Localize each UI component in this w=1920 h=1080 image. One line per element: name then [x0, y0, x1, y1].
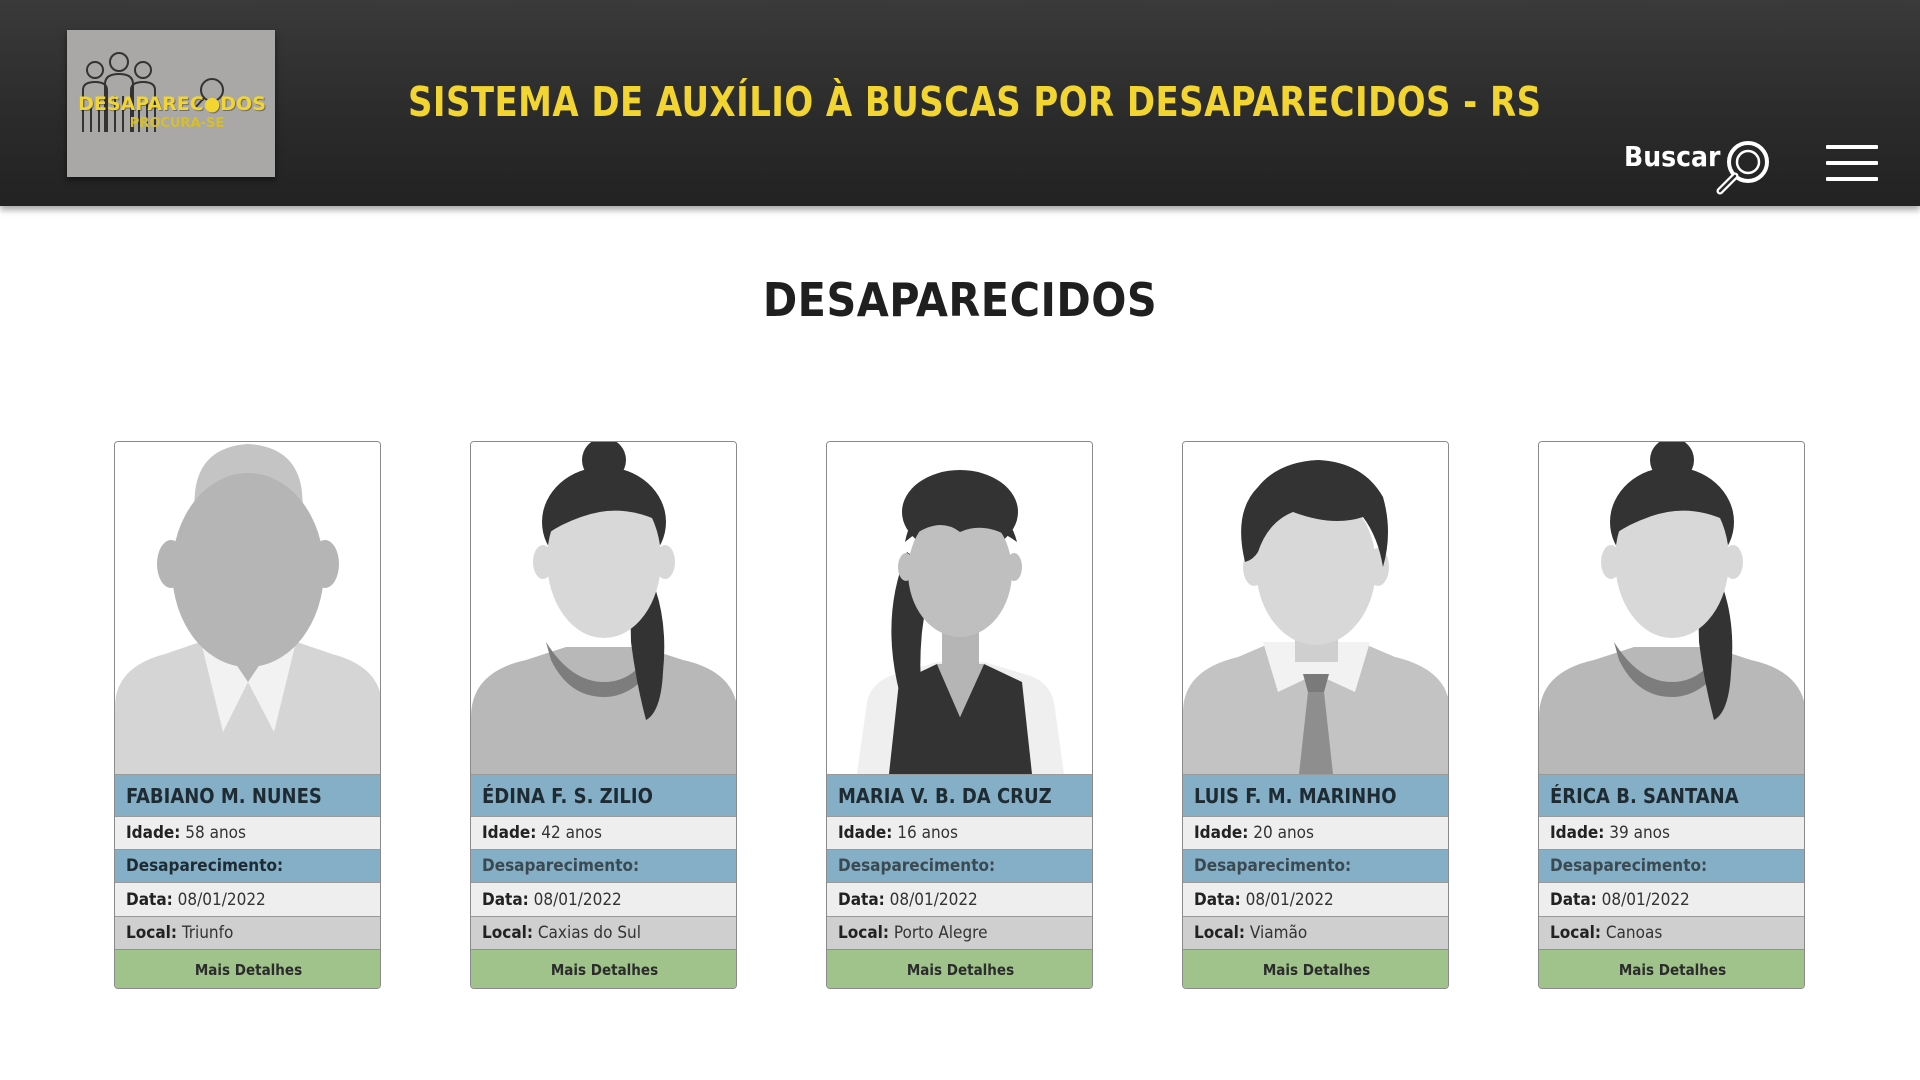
disappearance-header: Desaparecimento: [1539, 849, 1804, 882]
site-header: DESAPAREC●DOS PROCURA-SE SISTEMA DE AUXÍ… [0, 0, 1920, 206]
age-label: Idade: [1550, 823, 1605, 843]
person-name: MARIA V. B. DA CRUZ [827, 774, 1092, 816]
person-age: Idade: 20 anos [1183, 816, 1448, 849]
disappearance-date: Data: 08/01/2022 [1539, 882, 1804, 916]
page-title: DESAPARECIDOS [762, 273, 1158, 327]
female-bun-icon [471, 442, 736, 774]
site-title: SISTEMA DE AUXÍLIO À BUSCAS POR DESAPARE… [408, 78, 1542, 126]
logo-title: DESAPAREC●DOS [78, 93, 266, 115]
date-label: Data: [126, 890, 173, 910]
logo-subtitle: PROCURA-SE [129, 116, 225, 131]
disappearance-local: Local: Viamão [1183, 916, 1448, 949]
search-icon[interactable] [1714, 138, 1772, 196]
age-value: 20 anos [1253, 823, 1314, 843]
age-label: Idade: [1194, 823, 1249, 843]
person-photo [1183, 442, 1448, 774]
date-label: Data: [1194, 890, 1241, 910]
local-value: Canoas [1605, 923, 1663, 943]
disappearance-header: Desaparecimento: [827, 849, 1092, 882]
person-photo [471, 442, 736, 774]
age-label: Idade: [126, 823, 181, 843]
disappearance-local: Local: Canoas [1539, 916, 1804, 949]
person-name: FABIANO M. NUNES [115, 774, 380, 816]
more-details-button[interactable]: Mais Detalhes [115, 949, 380, 988]
local-label: Local: [482, 923, 533, 943]
disappearance-date: Data: 08/01/2022 [115, 882, 380, 916]
person-name: ÉRICA B. SANTANA [1539, 774, 1804, 816]
date-value: 08/01/2022 [1245, 890, 1334, 910]
person-age: Idade: 16 anos [827, 816, 1092, 849]
date-value: 08/01/2022 [177, 890, 266, 910]
local-value: Porto Alegre [893, 923, 988, 943]
age-value: 42 anos [541, 823, 602, 843]
person-card: FABIANO M. NUNES Idade: 58 anos Desapare… [114, 441, 381, 989]
female-ponytail-icon [827, 442, 1092, 774]
local-value: Triunfo [181, 923, 234, 943]
date-value: 08/01/2022 [1601, 890, 1690, 910]
disappearance-local: Local: Porto Alegre [827, 916, 1092, 949]
disappearance-date: Data: 08/01/2022 [471, 882, 736, 916]
person-photo [827, 442, 1092, 774]
local-label: Local: [838, 923, 889, 943]
disappearance-date: Data: 08/01/2022 [827, 882, 1092, 916]
more-details-button[interactable]: Mais Detalhes [1539, 949, 1804, 988]
person-name: LUIS F. M. MARINHO [1183, 774, 1448, 816]
male-tie-icon [1183, 442, 1448, 774]
disappearance-header: Desaparecimento: [1183, 849, 1448, 882]
date-label: Data: [1550, 890, 1597, 910]
person-photo [115, 442, 380, 774]
date-value: 08/01/2022 [889, 890, 978, 910]
age-label: Idade: [838, 823, 893, 843]
person-card: ÉRICA B. SANTANA Idade: 39 anos Desapare… [1538, 441, 1805, 989]
disappearance-local: Local: Caxias do Sul [471, 916, 736, 949]
local-value: Caxias do Sul [537, 923, 641, 943]
local-value: Viamão [1249, 923, 1308, 943]
more-details-button[interactable]: Mais Detalhes [827, 949, 1092, 988]
site-logo[interactable]: DESAPAREC●DOS PROCURA-SE [67, 30, 275, 177]
disappearance-date: Data: 08/01/2022 [1183, 882, 1448, 916]
date-label: Data: [482, 890, 529, 910]
disappearance-header: Desaparecimento: [115, 849, 380, 882]
date-value: 08/01/2022 [533, 890, 622, 910]
more-details-button[interactable]: Mais Detalhes [471, 949, 736, 988]
disappearance-header: Desaparecimento: [471, 849, 736, 882]
disappearance-local: Local: Triunfo [115, 916, 380, 949]
person-age: Idade: 42 anos [471, 816, 736, 849]
person-photo [1539, 442, 1804, 774]
more-details-button[interactable]: Mais Detalhes [1183, 949, 1448, 988]
person-age: Idade: 58 anos [115, 816, 380, 849]
local-label: Local: [1194, 923, 1245, 943]
person-card: MARIA V. B. DA CRUZ Idade: 16 anos Desap… [826, 441, 1093, 989]
person-age: Idade: 39 anos [1539, 816, 1804, 849]
hamburger-menu-icon[interactable] [1826, 143, 1878, 183]
female-bun-icon [1539, 442, 1804, 774]
age-value: 16 anos [897, 823, 958, 843]
person-card: ÉDINA F. S. ZILIO Idade: 42 anos Desapar… [470, 441, 737, 989]
date-label: Data: [838, 890, 885, 910]
person-name: ÉDINA F. S. ZILIO [471, 774, 736, 816]
local-label: Local: [126, 923, 177, 943]
search-link[interactable]: Buscar [1624, 140, 1720, 173]
age-value: 39 anos [1609, 823, 1670, 843]
person-card: LUIS F. M. MARINHO Idade: 20 anos Desapa… [1182, 441, 1449, 989]
age-value: 58 anos [185, 823, 246, 843]
local-label: Local: [1550, 923, 1601, 943]
male-placeholder-icon [115, 442, 380, 774]
age-label: Idade: [482, 823, 537, 843]
